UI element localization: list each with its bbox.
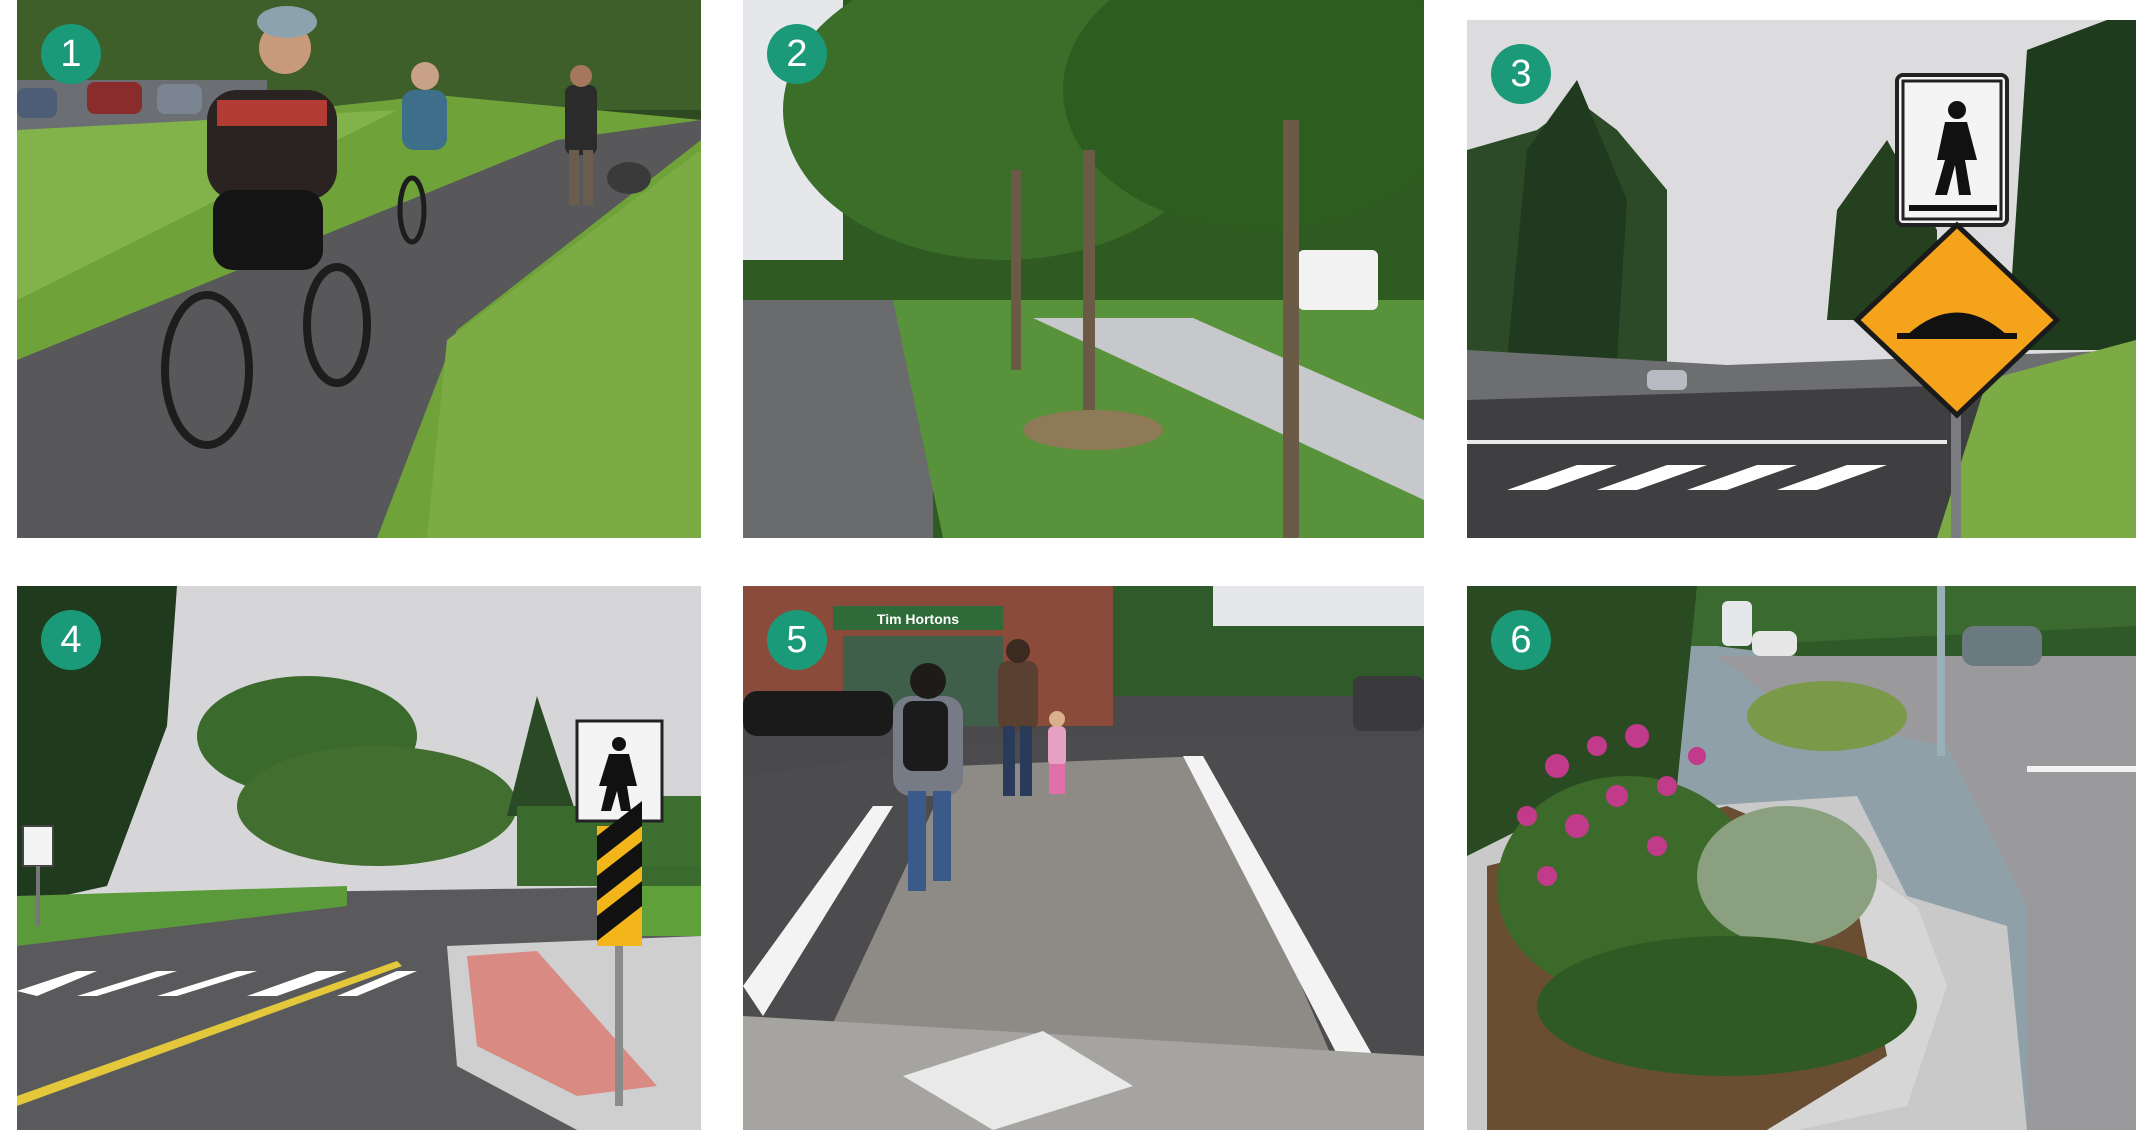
panel-number-badge: 6 (1491, 610, 1551, 670)
photo-textured-crosswalk: Tim Hortons 5 (743, 586, 1424, 1130)
photo-landscaped-bulb-out: 6 (1467, 586, 2136, 1130)
pedestrian-sign (575, 719, 664, 823)
panel-number-badge: 4 (41, 610, 101, 670)
curb-extension-scene (17, 586, 701, 1130)
path-scene (17, 0, 701, 538)
photo-boulevard-trees: 2 (743, 0, 1424, 538)
boulevard-scene (743, 0, 1424, 538)
crosswalk-scene (1467, 20, 2136, 538)
pedestrian-sign (1895, 73, 2009, 227)
panel-number-badge: 2 (767, 24, 827, 84)
landscaped-bulb-out-scene (1467, 586, 2136, 1130)
storefront-sign: Tim Hortons (877, 611, 959, 627)
photo-raised-crosswalk-signage: 3 (1467, 20, 2136, 538)
panel-number-badge: 5 (767, 610, 827, 670)
photo-curb-extension-crossing: 4 (17, 586, 701, 1130)
panel-number-badge: 1 (41, 24, 101, 84)
panel-number-badge: 3 (1491, 44, 1551, 104)
photo-multi-use-path: 1 (17, 0, 701, 538)
textured-crosswalk-scene: Tim Hortons (743, 586, 1424, 1130)
